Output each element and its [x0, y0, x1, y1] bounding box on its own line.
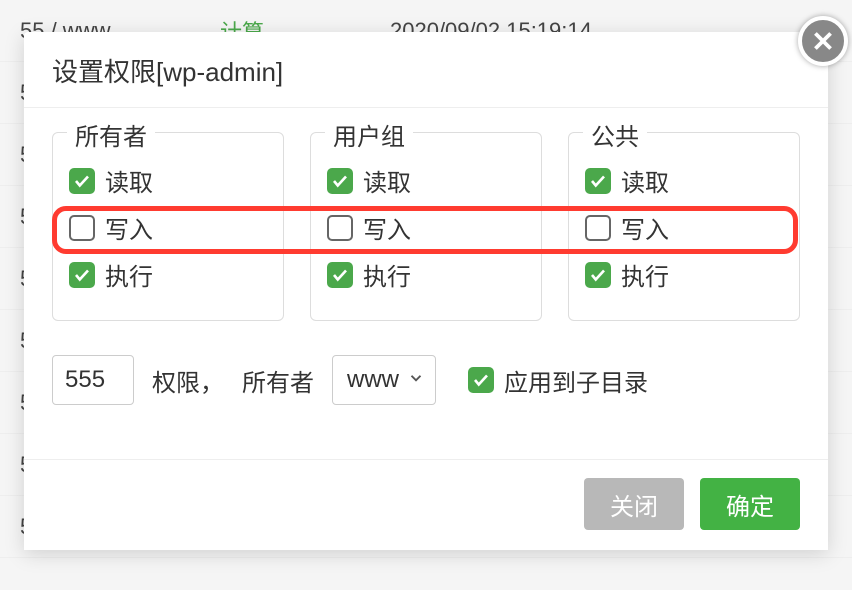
modal-title: 设置权限[wp-admin] — [24, 32, 828, 108]
owner-read-label: 读取 — [105, 163, 153, 198]
owner-fieldset: 所有者 读取 写入 执行 — [52, 132, 284, 321]
permissions-modal: 设置权限[wp-admin] 所有者 读取 写入 执行 用户组 — [24, 32, 828, 550]
public-write-checkbox[interactable] — [585, 215, 611, 241]
group-exec-checkbox[interactable] — [327, 262, 353, 288]
apply-subdir-checkbox[interactable] — [468, 367, 494, 393]
owner-exec-label: 执行 — [105, 257, 153, 292]
group-read-label: 读取 — [363, 163, 411, 198]
public-write-label: 写入 — [621, 210, 669, 245]
public-read-checkbox[interactable] — [585, 168, 611, 194]
owner-read-checkbox[interactable] — [69, 168, 95, 194]
group-write-label: 写入 — [363, 210, 411, 245]
group-fieldset: 用户组 读取 写入 执行 — [310, 132, 542, 321]
owner-write-label: 写入 — [105, 210, 153, 245]
permission-value-input[interactable] — [52, 355, 134, 405]
owner-select[interactable]: www — [332, 355, 436, 405]
group-exec-label: 执行 — [363, 257, 411, 292]
owner-legend: 所有者 — [67, 117, 155, 152]
owner-label: 所有者 — [242, 363, 314, 398]
chevron-down-icon — [407, 366, 425, 394]
confirm-button[interactable]: 确定 — [700, 478, 800, 530]
public-exec-checkbox[interactable] — [585, 262, 611, 288]
close-button[interactable]: 关闭 — [584, 478, 684, 530]
public-exec-label: 执行 — [621, 257, 669, 292]
public-read-label: 读取 — [621, 163, 669, 198]
close-icon[interactable] — [798, 16, 848, 66]
group-write-checkbox[interactable] — [327, 215, 353, 241]
public-legend: 公共 — [583, 117, 647, 152]
group-read-checkbox[interactable] — [327, 168, 353, 194]
owner-selected-value: www — [347, 366, 399, 394]
owner-write-checkbox[interactable] — [69, 215, 95, 241]
public-fieldset: 公共 读取 写入 执行 — [568, 132, 800, 321]
owner-exec-checkbox[interactable] — [69, 262, 95, 288]
group-legend: 用户组 — [325, 117, 413, 152]
apply-subdir-label: 应用到子目录 — [504, 363, 648, 398]
permission-label: 权限， — [152, 363, 224, 398]
